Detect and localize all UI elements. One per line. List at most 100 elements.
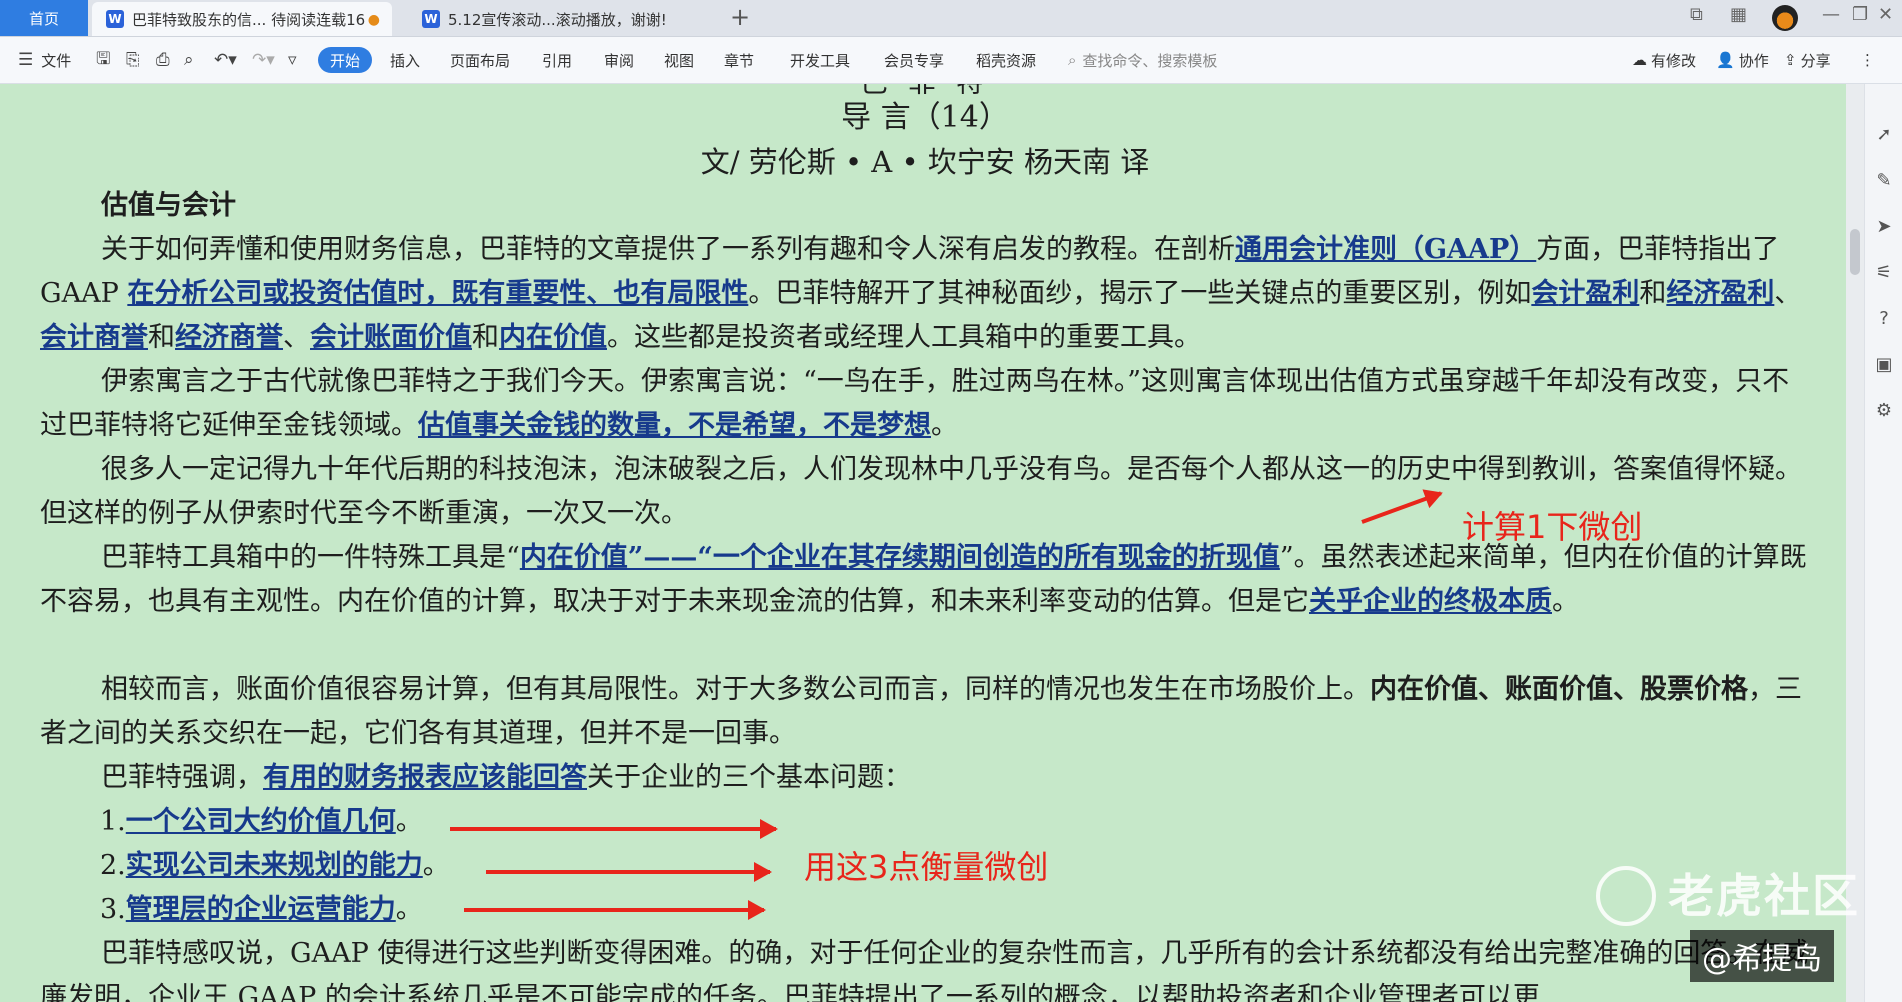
tab-chapter[interactable]: 章节 <box>724 37 754 83</box>
share-button[interactable]: ⇪ 分享 <box>1784 37 1831 83</box>
tab-page-layout[interactable]: 页面布局 <box>450 37 510 83</box>
tab-document-2[interactable]: W 5.12宣传滚动...滚动播放，谢谢! <box>408 2 708 36</box>
watermark-logo-icon <box>1596 866 1656 926</box>
apps-grid-icon[interactable]: ▦ <box>1730 4 1747 25</box>
text-run: 巴菲特感叹说，GAAP 使得进行这些判断变得困难。的确，对于任何企业的复杂性而言… <box>101 938 1674 969</box>
underlined-term: 计盈利 <box>1558 278 1640 309</box>
annotation-arrow <box>464 900 766 920</box>
paragraph-2: 伊索寓言之于古代就像巴菲特之于我们今天。伊索寓言说：“一鸟在手，胜过两鸟在林。”… <box>40 360 1810 448</box>
sliders-icon[interactable]: ⚟ <box>1873 262 1895 284</box>
restore-icon[interactable]: ❐ <box>1852 4 1868 25</box>
share-icon: ⇪ <box>1784 51 1797 69</box>
text-run: 很多人一定记得九十年代后期的科技泡沫，泡沫破裂之后，人们发现林中几乎没有鸟。是否… <box>101 454 1640 485</box>
underlined-term: 经济商誉 <box>175 322 283 353</box>
plugin-icon[interactable]: ⚙ <box>1873 400 1895 422</box>
image-icon[interactable]: ▣ <box>1873 354 1895 376</box>
command-search[interactable]: ⌕ 查找命令、搜索模板 <box>1068 37 1217 83</box>
underlined-term: 估值事关金钱的数量，不是希望，不是梦想 <box>418 410 931 441</box>
doc-heading: 导 言（14） <box>841 100 1009 135</box>
minimize-icon[interactable]: — <box>1822 4 1840 25</box>
save-button[interactable]: 🖫 <box>96 37 110 83</box>
text-run: 。 <box>931 410 958 441</box>
export-icon: ⎘ <box>126 50 140 70</box>
undo-button[interactable]: ↶▾ <box>214 37 237 83</box>
text-run: 伊索寓言之于古代就像巴菲特之于我们今天。伊索寓言说：“一鸟在手，胜过两鸟在林。”… <box>101 366 1601 397</box>
pen-icon[interactable]: ✎ <box>1873 170 1895 192</box>
quick-access-dropdown[interactable]: ▿ <box>288 37 297 83</box>
tab-insert[interactable]: 插入 <box>390 37 420 83</box>
paragraph-5: 相较而言，账面价值很容易计算，但有其局限性。对于大多数公司而言，同样的情况也发生… <box>40 668 1810 756</box>
text-run: 。 <box>422 850 450 881</box>
text-run: 。 <box>1552 586 1579 617</box>
paragraph-7: 巴菲特感叹说，GAAP 使得进行这些判断变得困难。的确，对于任何企业的复杂性而言… <box>40 932 1810 1002</box>
tab-review[interactable]: 审阅 <box>604 37 634 83</box>
tab-references[interactable]: 引用 <box>542 37 572 83</box>
tab-member[interactable]: 会员专享 <box>884 37 944 83</box>
annotation-arrow <box>486 862 772 882</box>
cloud-icon: ☁ <box>1632 51 1647 69</box>
underlined-term: 实现公司未来规划的能力 <box>125 850 423 881</box>
collaborate-label: 协作 <box>1738 51 1769 70</box>
changes-button[interactable]: ☁ 有修改 <box>1632 37 1696 83</box>
collaborate-button[interactable]: 👤 协作 <box>1716 37 1769 83</box>
rocket-icon[interactable]: ➚ <box>1873 124 1895 146</box>
redo-button[interactable]: ↷▾ <box>252 37 275 83</box>
annotation-three-points: 用这3点衡量微创 <box>804 848 1049 886</box>
paragraph-1: 关于如何弄懂和使用财务信息，巴菲特的文章提供了一系列有趣和令人深有启发的教程。在… <box>40 228 1810 360</box>
writer-doc-icon: W <box>106 10 124 28</box>
text-run: 。 <box>395 806 423 837</box>
help-icon[interactable]: ? <box>1873 308 1895 330</box>
scrollbar-thumb[interactable] <box>1850 229 1860 275</box>
preview-button[interactable]: ⌕ <box>184 37 194 83</box>
tab-developer[interactable]: 开发工具 <box>790 37 850 83</box>
tab-start[interactable]: 开始 <box>318 47 373 73</box>
document-canvas[interactable]: 巴 菲 特 导 言（14） 文/ 劳伦斯 • A • 坎宁安 杨天南 译 估值与… <box>0 84 1846 1002</box>
title-bar: 首页 W 巴菲特致股东的信... 待阅读连载16 ● W 5.12宣传滚动...… <box>0 0 1902 37</box>
underlined-term: 在分析公司或投资估值时，既有重要性、也有局限性 <box>127 278 749 309</box>
print-preview-icon: ⌕ <box>184 50 194 70</box>
close-icon[interactable]: ✕ <box>1878 4 1893 25</box>
tab-view[interactable]: 视图 <box>664 37 694 83</box>
underlined-term: 一个公司大约价值几何 <box>125 806 396 837</box>
paragraph-6: 巴菲特强调，有用的财务报表应该能回答关于企业的三个基本问题： <box>40 756 1810 800</box>
text-run: 巴菲特工具箱中的一件特殊工具是“ <box>101 542 520 573</box>
layout-switch-icon[interactable]: ⧉ <box>1690 4 1703 25</box>
text-run: 相较而言，账面价值很容易计算，但有其局限性。对于大多数公司而言，同样的情况也发生… <box>101 674 1370 705</box>
tab-home[interactable]: 首页 <box>0 0 88 36</box>
cursor-icon[interactable]: ➤ <box>1873 216 1895 238</box>
underlined-term: 内在价值 <box>499 322 607 353</box>
underlined-term: 有用的财务报表应该能回答 <box>263 762 587 793</box>
tab-label: 巴菲特致股东的信... 待阅读连载16 <box>132 10 366 29</box>
text-run: 。巴菲特解开了其神秘面纱，揭示了一些关键点的重要区别，例如 <box>748 278 1532 309</box>
export-button[interactable]: ⎘ <box>126 37 140 83</box>
search-icon: ⌕ <box>1068 51 1077 69</box>
file-menu[interactable]: ☰ 文件 <box>18 37 71 83</box>
menu-toolbar: ☰ 文件 🖫 ⎘ ⎙ ⌕ ↶▾ ↷▾ ▿ 开始 插入 页面布局 引用 审阅 视图… <box>0 37 1902 84</box>
tab-document-active[interactable]: W 巴菲特致股东的信... 待阅读连载16 ● <box>92 2 392 36</box>
tab-docer[interactable]: 稻壳资源 <box>976 37 1036 83</box>
more-options-icon[interactable]: ⋮ <box>1860 37 1875 83</box>
underlined-term: 经济盈利 <box>1666 278 1775 309</box>
tab-label: 5.12宣传滚动...滚动播放，谢谢! <box>448 10 667 29</box>
underlined-term: 管理层的企业运营能力 <box>125 894 396 925</box>
avatar[interactable] <box>1772 5 1798 31</box>
text-run: 。 <box>395 894 423 925</box>
paragraph-4: 巴菲特工具箱中的一件特殊工具是“内在价值”——“一个企业在其存续期间创造的所有现… <box>40 536 1810 624</box>
new-tab-button[interactable]: + <box>730 3 750 31</box>
print-button[interactable]: ⎙ <box>156 37 170 83</box>
undo-icon: ↶▾ <box>214 50 237 70</box>
search-placeholder: 查找命令、搜索模板 <box>1082 51 1218 70</box>
hamburger-icon: ☰ <box>18 50 34 70</box>
underlined-term: 会计账面价值 <box>310 322 472 353</box>
text-run: 关于企业的三个基本问题： <box>587 762 911 793</box>
text-run: 和 <box>148 322 175 353</box>
modified-dot-icon: ● <box>367 12 380 28</box>
underlined-term: 会 <box>1531 278 1559 309</box>
file-menu-label: 文件 <box>41 51 72 70</box>
text-run: 、 <box>1774 278 1802 309</box>
list-item: 1.一个公司大约价值几何。 <box>100 800 800 844</box>
underlined-term: 会计商誉 <box>40 322 148 353</box>
text-run: 和 <box>472 322 499 353</box>
text-run: 巴菲特强调， <box>101 762 263 793</box>
underlined-term: 的终极本质 <box>1417 586 1552 617</box>
